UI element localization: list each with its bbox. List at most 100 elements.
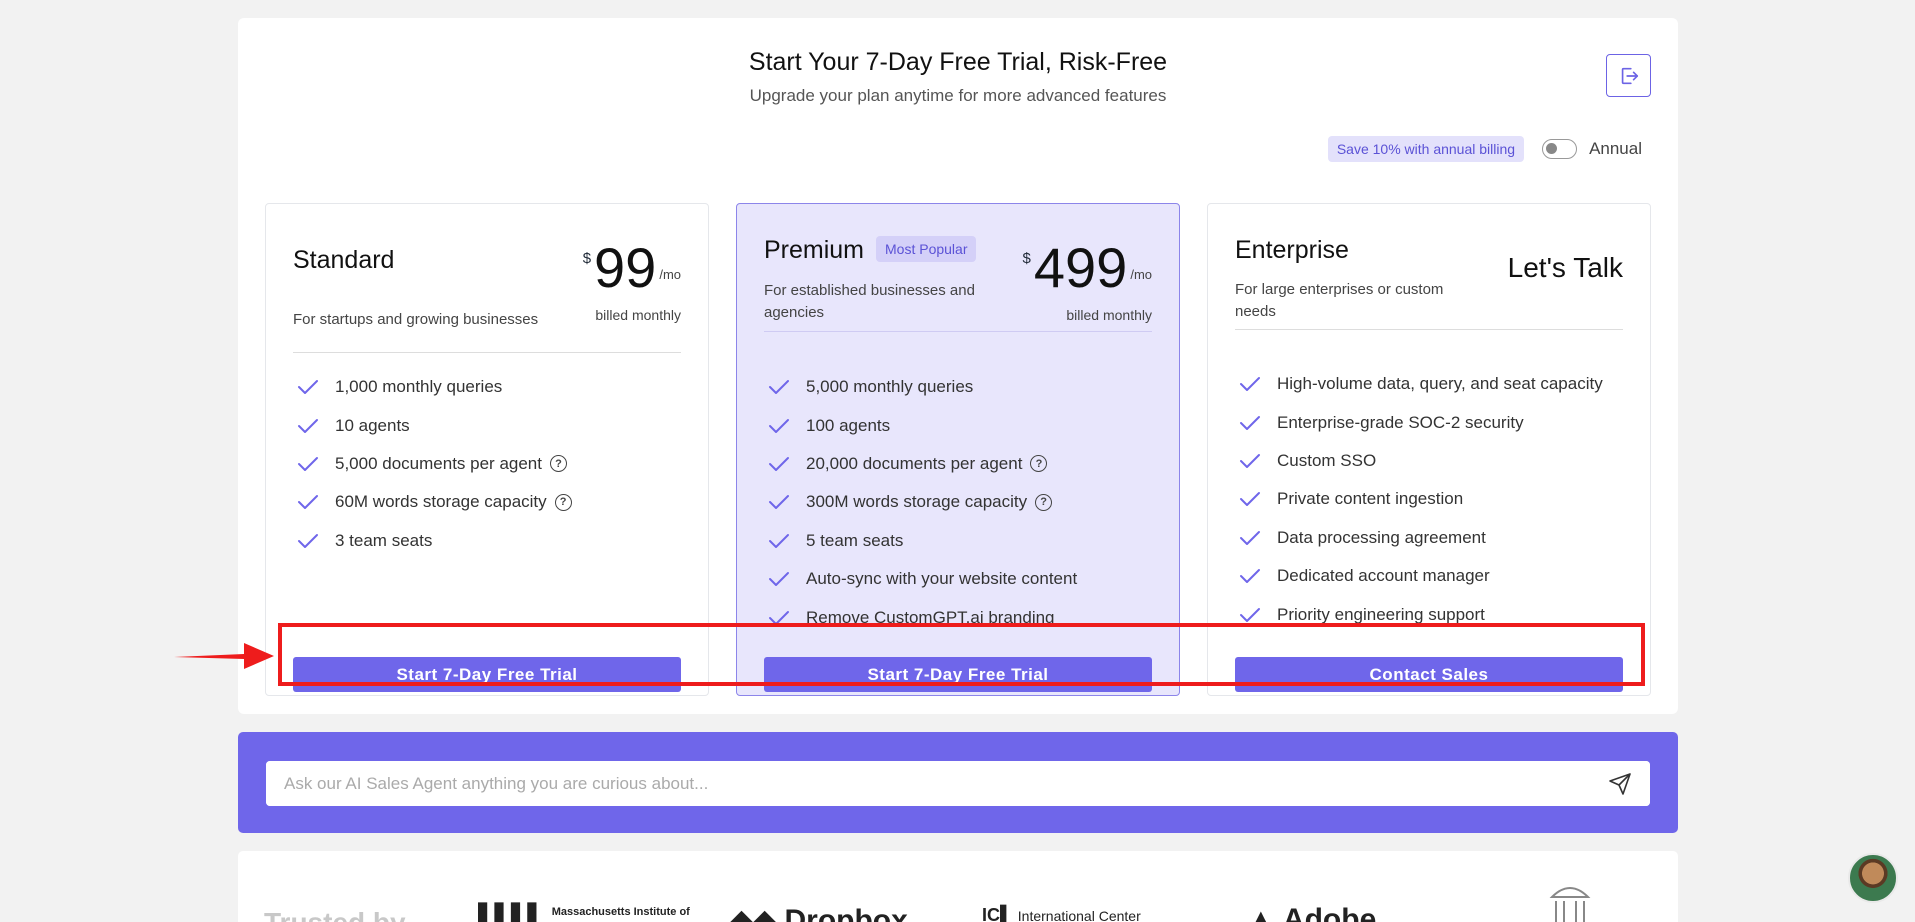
feature-text: Custom SSO: [1277, 450, 1377, 470]
annual-billing-toggle[interactable]: [1542, 139, 1578, 159]
save-badge: Save 10% with annual billing: [1327, 136, 1525, 162]
check-icon: [1240, 453, 1260, 468]
adobe-icon: ▲: [1246, 903, 1283, 922]
plan-price-text: Let's Talk: [1507, 252, 1623, 283]
price-amount: 99: [594, 236, 657, 299]
check-icon: [769, 456, 789, 471]
feature-item: Enterprise-grade SOC-2 security: [1235, 403, 1623, 441]
feature-text: 5 team seats: [806, 530, 904, 550]
feature-text: 300M words storage capacity: [806, 492, 1028, 512]
check-icon: [769, 572, 789, 587]
start-trial-button-premium[interactable]: Start 7-Day Free Trial: [764, 657, 1152, 692]
plan-description: For startups and growing businesses: [293, 311, 539, 328]
feature-text: 5,000 monthly queries: [806, 377, 974, 397]
feature-item: Priority engineering support: [1235, 595, 1623, 633]
billing-toggle-row: Save 10% with annual billing Annual: [1327, 136, 1642, 162]
feature-item: 1,000 monthly queries: [293, 368, 681, 406]
feature-item: Auto-sync with your website content: [764, 560, 1152, 598]
page-title: Start Your 7-Day Free Trial, Risk-Free: [748, 48, 1168, 76]
plan-name: Enterprise: [1235, 236, 1349, 264]
feature-item: Custom SSO: [1235, 442, 1623, 480]
check-icon: [298, 456, 318, 471]
price-currency: $: [1022, 250, 1031, 267]
check-icon: [298, 380, 318, 395]
annotation-arrow-icon: [174, 643, 274, 669]
feature-list: 1,000 monthly queries 10 agents 5,000 docu…: [293, 368, 681, 560]
feature-item: Remove CustomGPT.ai branding: [764, 598, 1152, 636]
trusted-by-label: Trusted by: [264, 907, 406, 922]
check-icon: [1240, 569, 1260, 584]
divider: [764, 331, 1152, 332]
feature-item: Dedicated account manager: [1235, 557, 1623, 595]
page: Start Your 7-Day Free Trial, Risk-Free U…: [0, 0, 1915, 922]
feature-text: Priority engineering support: [1277, 604, 1485, 624]
feature-text: 100 agents: [806, 415, 891, 435]
feature-item: 20,000 documents per agent?: [764, 445, 1152, 483]
price-period: /mo: [1130, 267, 1152, 282]
plan-price: $ 99 /mo: [583, 240, 681, 296]
trusted-by-panel: Trusted by ▌▌▌▌ Massachusetts Institute …: [238, 851, 1678, 922]
help-icon[interactable]: ?: [1035, 493, 1053, 511]
ai-sales-chat-bar: [238, 732, 1678, 833]
feature-item: 10 agents: [293, 406, 681, 444]
feature-text: 20,000 documents per agent: [806, 453, 1023, 473]
check-icon: [298, 533, 318, 548]
feature-item: High-volume data, query, and seat capaci…: [1235, 365, 1623, 403]
plan-name: Standard: [293, 246, 395, 274]
chat-input-wrapper: [266, 761, 1650, 806]
logout-button[interactable]: [1606, 54, 1651, 97]
help-icon[interactable]: ?: [549, 455, 567, 473]
divider: [293, 352, 681, 353]
billing-note: billed monthly: [595, 307, 681, 323]
feature-list: 5,000 monthly queries 100 agents 20,000 do…: [764, 368, 1152, 637]
chat-input[interactable]: [266, 761, 1650, 806]
plan-card-standard: Standard For startups and growing busine…: [265, 203, 709, 696]
feature-item: 100 agents: [764, 406, 1152, 444]
mit-logo: ▌▌▌▌ Massachusetts Institute of: [478, 902, 690, 922]
plan-card-enterprise: Enterprise For large enterprises or cust…: [1207, 203, 1651, 696]
feature-list: High-volume data, query, and seat capaci…: [1235, 365, 1623, 634]
price-amount: 499: [1033, 236, 1128, 299]
feature-text: Remove CustomGPT.ai branding: [806, 607, 1055, 627]
feature-text: 60M words storage capacity: [335, 492, 547, 512]
send-icon[interactable]: [1608, 772, 1632, 796]
divider: [1235, 329, 1623, 330]
feature-item: 3 team seats: [293, 522, 681, 560]
plan-description: For established businesses and agencies: [764, 282, 975, 321]
help-icon[interactable]: ?: [554, 493, 572, 511]
start-trial-button-standard[interactable]: Start 7-Day Free Trial: [293, 657, 681, 692]
adobe-logo: ▲ Adobe: [1246, 903, 1376, 922]
mit-mark-icon: ▌▌▌▌: [478, 902, 546, 922]
feature-item: 5 team seats: [764, 522, 1152, 560]
most-popular-badge: Most Popular: [876, 236, 977, 262]
chat-avatar-button[interactable]: [1848, 853, 1898, 903]
plan-price: $ 499 /mo: [1023, 240, 1152, 296]
check-icon: [1240, 492, 1260, 507]
logout-icon: [1621, 67, 1638, 84]
dropbox-logo: ◆◆ Dropbox: [730, 903, 908, 922]
check-icon: [769, 418, 789, 433]
annual-label: Annual: [1589, 139, 1642, 158]
check-icon: [769, 495, 789, 510]
check-icon: [1240, 377, 1260, 392]
contact-sales-button[interactable]: Contact Sales: [1235, 657, 1623, 692]
feature-item: Private content ingestion: [1235, 480, 1623, 518]
toggle-knob: [1546, 143, 1558, 154]
feature-text: 5,000 documents per agent: [335, 453, 542, 473]
price-period: /mo: [659, 267, 681, 282]
plan-card-premium: Premium Most Popular For established bus…: [736, 203, 1180, 696]
page-subtitle: Upgrade your plan anytime for more advan…: [749, 86, 1167, 105]
check-icon: [769, 610, 789, 625]
feature-text: High-volume data, query, and seat capaci…: [1277, 374, 1603, 394]
check-icon: [769, 380, 789, 395]
feature-text: 3 team seats: [335, 530, 433, 550]
feature-item: 60M words storage capacity?: [293, 483, 681, 521]
feature-text: Enterprise-grade SOC-2 security: [1277, 412, 1524, 432]
feature-text: Auto-sync with your website content: [806, 569, 1078, 589]
help-icon[interactable]: ?: [1030, 455, 1048, 473]
check-icon: [1240, 607, 1260, 622]
plan-name: Premium: [764, 236, 865, 264]
check-icon: [1240, 415, 1260, 430]
university-seal-icon: [1548, 879, 1592, 922]
check-icon: [1240, 530, 1260, 545]
